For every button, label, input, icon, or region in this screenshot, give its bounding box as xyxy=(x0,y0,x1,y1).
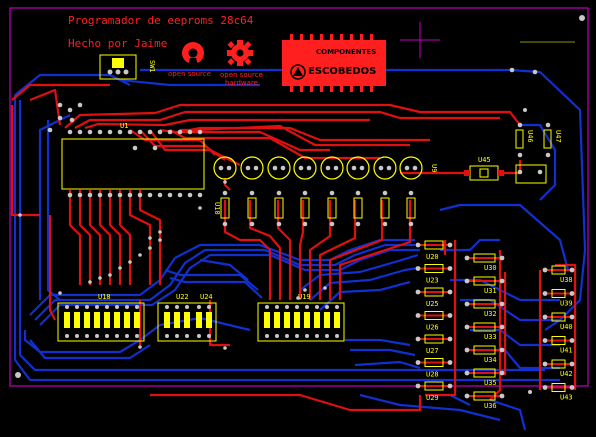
label-u41: U41 xyxy=(560,347,573,355)
label-u35: U35 xyxy=(484,379,497,387)
dip-switch-u22-u24: U22 U24 xyxy=(157,293,217,342)
led-pads xyxy=(218,165,418,171)
label-u42: U42 xyxy=(560,370,573,378)
osh-label-1: open source xyxy=(220,71,263,79)
resistor-u29: U29 xyxy=(415,381,453,402)
resistor-u27: U27 xyxy=(415,334,453,355)
osh-label-2: hardware xyxy=(225,79,258,87)
label-u22: U22 xyxy=(176,293,189,301)
label-u39: U39 xyxy=(560,300,573,308)
resistor-u25: U25 xyxy=(415,287,453,308)
resistor-u38: U38 xyxy=(542,265,575,284)
resistor-u39: U39 xyxy=(542,289,575,308)
label-u29: U29 xyxy=(426,394,439,402)
led-resistors: U10 xyxy=(213,190,416,227)
label-u38: U38 xyxy=(560,276,573,284)
label-u40: U40 xyxy=(560,323,573,331)
label-sw1: SW1 xyxy=(148,60,156,73)
resistor-u23: U23 xyxy=(415,264,453,285)
label-u20: U20 xyxy=(426,253,439,261)
resistor-column-left: U20 U23 U25 U26 U27 U28 U29 xyxy=(415,240,453,402)
label-u45: U45 xyxy=(478,156,491,164)
resistor-u35: U35 xyxy=(464,368,505,387)
resistor-u32: U32 xyxy=(464,299,505,318)
label-u10: U10 xyxy=(213,202,221,215)
ic-u45: U45 xyxy=(464,156,504,181)
brand-top: COMPONENTES xyxy=(316,48,376,56)
label-u27: U27 xyxy=(426,347,439,355)
label-u26: U26 xyxy=(426,324,439,332)
label-u28: U28 xyxy=(426,371,439,379)
label-u24: U24 xyxy=(200,293,213,301)
label-u47: U47 xyxy=(554,130,562,143)
brand-logo: COMPONENTES ESCOBEDOS xyxy=(282,34,386,92)
brand-bottom: ESCOBEDOS xyxy=(308,66,376,77)
resistor-u28: U28 xyxy=(415,358,453,379)
resistor-u26: U26 xyxy=(415,311,453,332)
label-u34: U34 xyxy=(484,356,497,364)
resistor-u33: U33 xyxy=(464,322,505,341)
osi-label: open source xyxy=(168,70,211,78)
label-u18: U18 xyxy=(98,293,111,301)
resistor-u36: U36 xyxy=(464,391,505,410)
label-u33: U33 xyxy=(484,333,497,341)
label-u30: U30 xyxy=(484,264,497,272)
label-u36: U36 xyxy=(484,402,497,410)
label-u23: U23 xyxy=(426,277,439,285)
resistor-u30: U30 xyxy=(464,253,505,272)
osh-gear-logo: open source hardware xyxy=(220,40,263,87)
u1-bottom-pins xyxy=(67,192,203,198)
resistor-u34: U34 xyxy=(464,345,505,364)
label-u46: U46 xyxy=(526,130,534,143)
label-u9: U9 xyxy=(430,164,438,172)
pcb-layout: open source open source hardware COMPONE… xyxy=(9,7,589,431)
osi-logo: open source xyxy=(168,42,211,78)
board-subtitle: Hecho por Jaime xyxy=(68,37,167,50)
label-u43: U43 xyxy=(560,394,573,402)
label-u32: U32 xyxy=(484,310,497,318)
label-u25: U25 xyxy=(426,300,439,308)
label-u19: U19 xyxy=(298,293,311,301)
label-u1: U1 xyxy=(120,122,128,130)
board-title: Programador de eeproms 28c64 xyxy=(68,14,254,27)
label-u31: U31 xyxy=(484,287,497,295)
resistor-column-right: U38 U39 U40 U41 U42 U43 xyxy=(542,265,575,402)
